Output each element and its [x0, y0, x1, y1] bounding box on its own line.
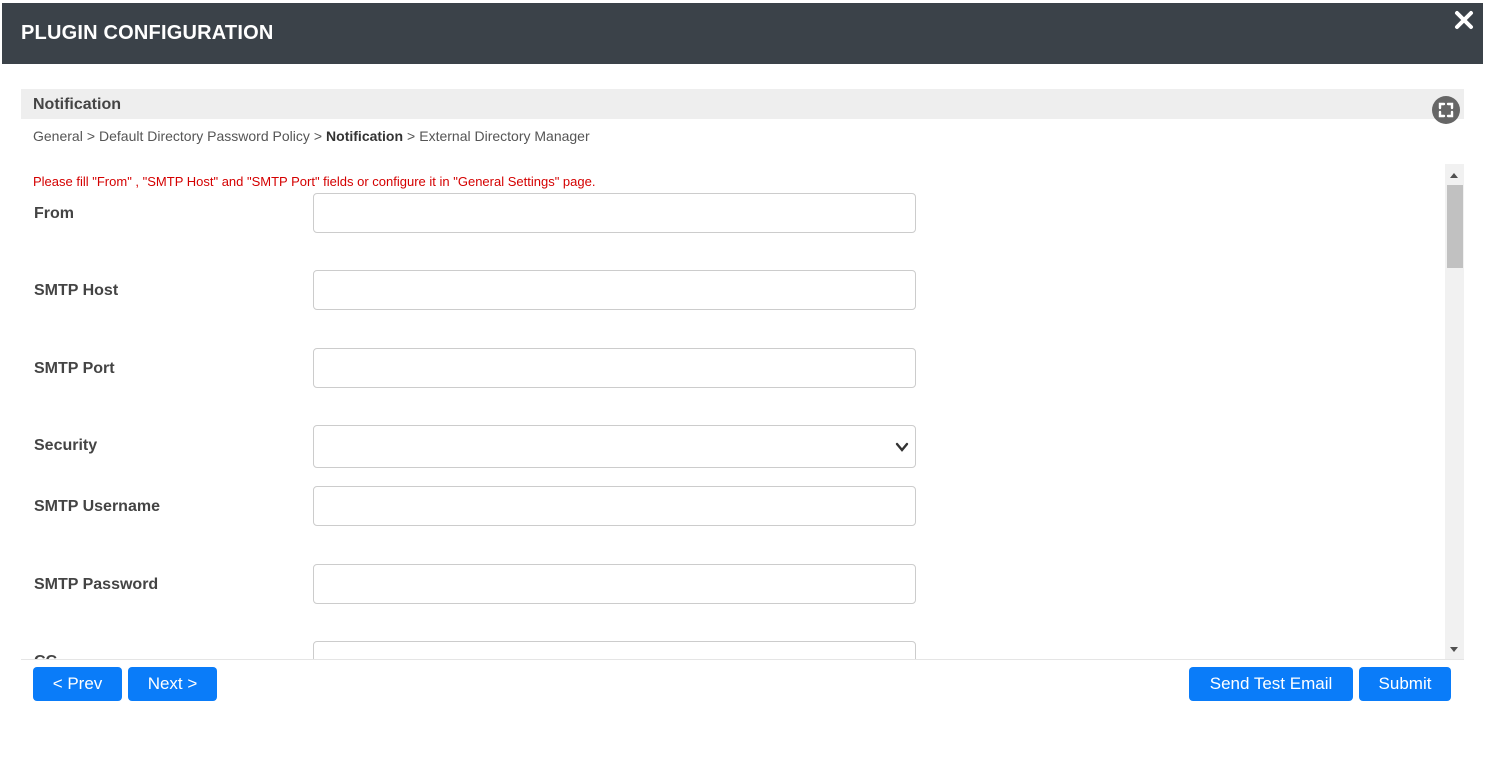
breadcrumb-item-external-directory-manager[interactable]: External Directory Manager [419, 128, 589, 144]
prev-button[interactable]: < Prev [33, 667, 122, 701]
smtp-password-field[interactable] [313, 564, 916, 604]
smtp-port-label: SMTP Port [34, 360, 115, 377]
fullscreen-icon[interactable] [1432, 96, 1460, 124]
section-header: Notification [21, 89, 1464, 124]
form-scroll-area[interactable]: Please fill "From" , "SMTP Host" and "SM… [21, 164, 1464, 659]
submit-button[interactable]: Submit [1359, 667, 1451, 701]
breadcrumb-separator: > [407, 128, 416, 144]
vertical-scrollbar[interactable] [1445, 164, 1464, 659]
breadcrumb: General > Default Directory Password Polic… [33, 128, 590, 144]
breadcrumb-item-notification: Notification [326, 128, 404, 144]
dialog-title: PLUGIN CONFIGURATION [21, 22, 274, 44]
smtp-host-label: SMTP Host [34, 282, 119, 299]
from-field[interactable] [313, 193, 916, 233]
cc-field[interactable] [313, 641, 916, 659]
breadcrumb-separator: > [86, 128, 95, 144]
chevron-down-icon [895, 442, 909, 452]
dialog-titlebar: PLUGIN CONFIGURATION [2, 3, 1483, 64]
warning-message: Please fill "From" , "SMTP Host" and "SM… [33, 174, 596, 189]
breadcrumb-separator: > [313, 128, 323, 144]
breadcrumb-item-general[interactable]: General [33, 128, 83, 144]
smtp-host-field[interactable] [313, 270, 916, 310]
smtp-port-field[interactable] [313, 348, 916, 388]
breadcrumb-item-password-policy[interactable]: Default Directory Password Policy [99, 128, 310, 144]
footer-divider [21, 659, 1464, 660]
scrollbar-thumb[interactable] [1447, 185, 1463, 268]
close-icon[interactable] [1453, 9, 1475, 31]
security-label: Security [34, 437, 98, 454]
smtp-username-label: SMTP Username [34, 498, 160, 515]
smtp-username-field[interactable] [313, 486, 916, 526]
security-select[interactable] [313, 425, 916, 468]
scroll-up-arrow-icon[interactable] [1450, 173, 1458, 178]
next-button[interactable]: Next > [128, 667, 217, 701]
send-test-email-button[interactable]: Send Test Email [1189, 667, 1353, 701]
from-label: From [34, 205, 74, 222]
smtp-password-label: SMTP Password [34, 576, 159, 593]
scroll-down-arrow-icon[interactable] [1450, 647, 1458, 652]
section-title: Notification [33, 96, 121, 113]
plugin-configuration-dialog: PLUGIN CONFIGURATION Notification Genera… [2, 3, 1483, 766]
